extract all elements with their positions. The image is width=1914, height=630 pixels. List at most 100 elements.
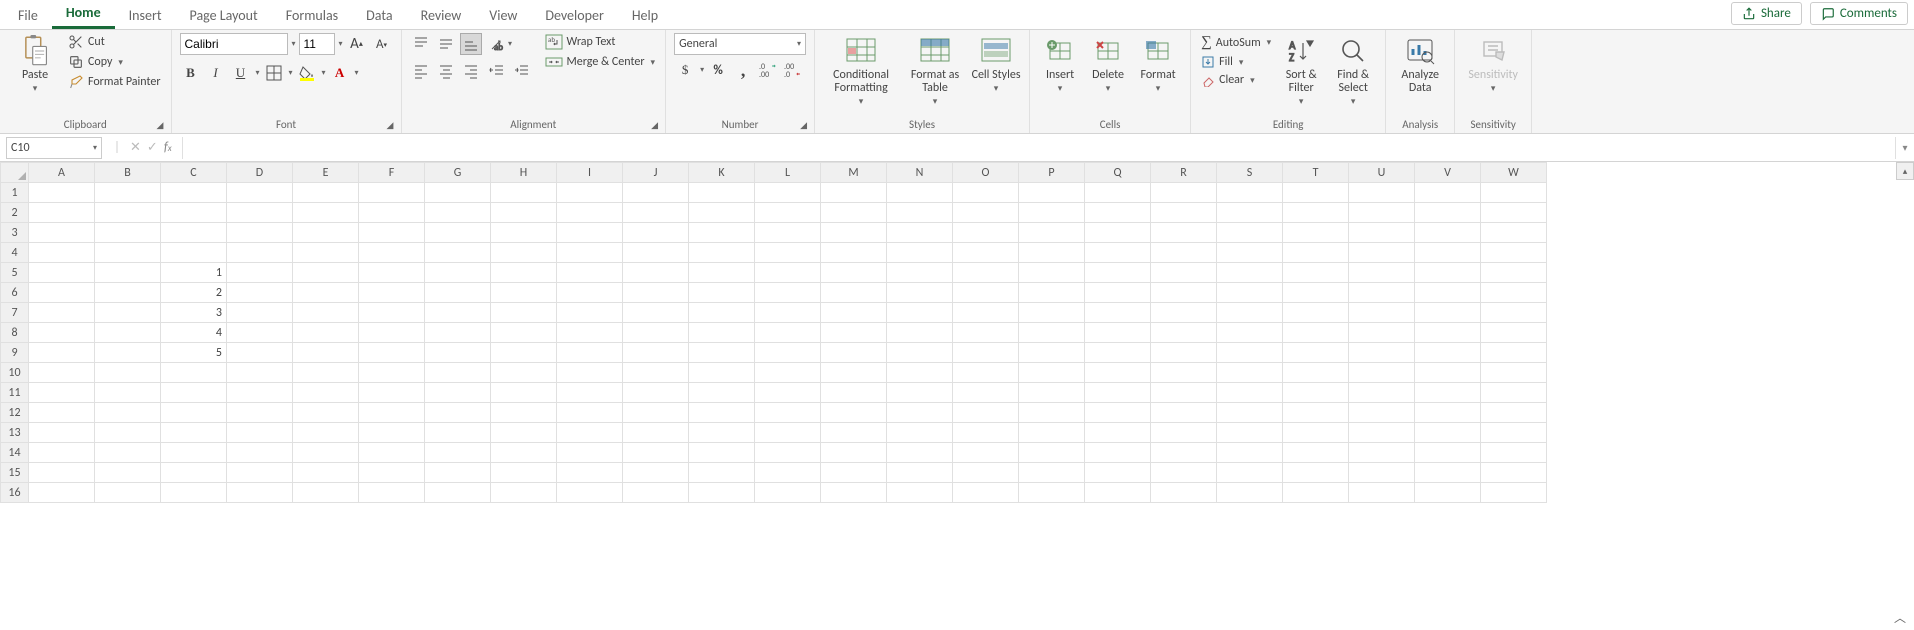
cell-H4[interactable] bbox=[491, 243, 557, 263]
format-as-table-button[interactable]: Format as Table▾ bbox=[903, 33, 967, 107]
cell-D1[interactable] bbox=[227, 183, 293, 203]
column-header[interactable]: L bbox=[755, 163, 821, 183]
cell-W14[interactable] bbox=[1481, 443, 1547, 463]
cell-C16[interactable] bbox=[161, 483, 227, 503]
cell-S8[interactable] bbox=[1217, 323, 1283, 343]
cell-T12[interactable] bbox=[1283, 403, 1349, 423]
cell-A14[interactable] bbox=[29, 443, 95, 463]
comma-format-icon[interactable]: , bbox=[732, 59, 754, 81]
cell-G12[interactable] bbox=[425, 403, 491, 423]
cell-T9[interactable] bbox=[1283, 343, 1349, 363]
cell-M6[interactable] bbox=[821, 283, 887, 303]
font-name-input[interactable] bbox=[180, 33, 288, 55]
cell-S6[interactable] bbox=[1217, 283, 1283, 303]
cell-P15[interactable] bbox=[1019, 463, 1085, 483]
number-launcher[interactable]: ◢ bbox=[800, 120, 810, 130]
cell-H3[interactable] bbox=[491, 223, 557, 243]
cell-I2[interactable] bbox=[557, 203, 623, 223]
cell-I6[interactable] bbox=[557, 283, 623, 303]
cell-H1[interactable] bbox=[491, 183, 557, 203]
cell-U16[interactable] bbox=[1349, 483, 1415, 503]
cell-T15[interactable] bbox=[1283, 463, 1349, 483]
cell-A4[interactable] bbox=[29, 243, 95, 263]
cell-A16[interactable] bbox=[29, 483, 95, 503]
cell-S13[interactable] bbox=[1217, 423, 1283, 443]
cell-R4[interactable] bbox=[1151, 243, 1217, 263]
cell-C11[interactable] bbox=[161, 383, 227, 403]
cell-M11[interactable] bbox=[821, 383, 887, 403]
cell-J5[interactable] bbox=[623, 263, 689, 283]
row-header[interactable]: 2 bbox=[1, 203, 29, 223]
cell-V16[interactable] bbox=[1415, 483, 1481, 503]
row-header[interactable]: 15 bbox=[1, 463, 29, 483]
column-header[interactable]: U bbox=[1349, 163, 1415, 183]
cell-O10[interactable] bbox=[953, 363, 1019, 383]
column-header[interactable]: J bbox=[623, 163, 689, 183]
cell-O15[interactable] bbox=[953, 463, 1019, 483]
cell-C10[interactable] bbox=[161, 363, 227, 383]
cell-K4[interactable] bbox=[689, 243, 755, 263]
cell-C13[interactable] bbox=[161, 423, 227, 443]
cell-G11[interactable] bbox=[425, 383, 491, 403]
cell-C15[interactable] bbox=[161, 463, 227, 483]
cell-I15[interactable] bbox=[557, 463, 623, 483]
tab-help[interactable]: Help bbox=[618, 1, 672, 29]
cell-F16[interactable] bbox=[359, 483, 425, 503]
cell-H9[interactable] bbox=[491, 343, 557, 363]
cell-L8[interactable] bbox=[755, 323, 821, 343]
cell-D10[interactable] bbox=[227, 363, 293, 383]
cell-S10[interactable] bbox=[1217, 363, 1283, 383]
cell-A9[interactable] bbox=[29, 343, 95, 363]
cell-F3[interactable] bbox=[359, 223, 425, 243]
cell-V3[interactable] bbox=[1415, 223, 1481, 243]
cell-D2[interactable] bbox=[227, 203, 293, 223]
cell-S2[interactable] bbox=[1217, 203, 1283, 223]
cell-J16[interactable] bbox=[623, 483, 689, 503]
cell-B14[interactable] bbox=[95, 443, 161, 463]
conditional-formatting-button[interactable]: Conditional Formatting▾ bbox=[823, 33, 899, 107]
cell-E6[interactable] bbox=[293, 283, 359, 303]
cell-V5[interactable] bbox=[1415, 263, 1481, 283]
cell-E14[interactable] bbox=[293, 443, 359, 463]
cell-Q16[interactable] bbox=[1085, 483, 1151, 503]
cell-J12[interactable] bbox=[623, 403, 689, 423]
cell-P7[interactable] bbox=[1019, 303, 1085, 323]
cell-U12[interactable] bbox=[1349, 403, 1415, 423]
font-launcher[interactable]: ◢ bbox=[387, 120, 397, 130]
cell-C3[interactable] bbox=[161, 223, 227, 243]
row-header[interactable]: 13 bbox=[1, 423, 29, 443]
cell-Q9[interactable] bbox=[1085, 343, 1151, 363]
cell-G16[interactable] bbox=[425, 483, 491, 503]
cancel-formula-icon[interactable]: ✕ bbox=[130, 140, 141, 155]
cell-D15[interactable] bbox=[227, 463, 293, 483]
cell-F9[interactable] bbox=[359, 343, 425, 363]
cell-B2[interactable] bbox=[95, 203, 161, 223]
cell-F6[interactable] bbox=[359, 283, 425, 303]
align-top-icon[interactable] bbox=[410, 33, 432, 55]
cell-L15[interactable] bbox=[755, 463, 821, 483]
column-header[interactable]: F bbox=[359, 163, 425, 183]
cell-P1[interactable] bbox=[1019, 183, 1085, 203]
cell-U13[interactable] bbox=[1349, 423, 1415, 443]
cell-S4[interactable] bbox=[1217, 243, 1283, 263]
cell-W3[interactable] bbox=[1481, 223, 1547, 243]
cell-M16[interactable] bbox=[821, 483, 887, 503]
cell-N8[interactable] bbox=[887, 323, 953, 343]
cell-G3[interactable] bbox=[425, 223, 491, 243]
row-header[interactable]: 5 bbox=[1, 263, 29, 283]
cell-K10[interactable] bbox=[689, 363, 755, 383]
cell-J6[interactable] bbox=[623, 283, 689, 303]
cell-Q12[interactable] bbox=[1085, 403, 1151, 423]
cell-G2[interactable] bbox=[425, 203, 491, 223]
cell-V8[interactable] bbox=[1415, 323, 1481, 343]
row-header[interactable]: 4 bbox=[1, 243, 29, 263]
cell-N2[interactable] bbox=[887, 203, 953, 223]
cell-T4[interactable] bbox=[1283, 243, 1349, 263]
cell-K6[interactable] bbox=[689, 283, 755, 303]
cell-G15[interactable] bbox=[425, 463, 491, 483]
cell-T10[interactable] bbox=[1283, 363, 1349, 383]
cell-S14[interactable] bbox=[1217, 443, 1283, 463]
fill-color-button[interactable] bbox=[296, 62, 318, 84]
decrease-decimal-icon[interactable]: .00.0 bbox=[782, 59, 804, 81]
cell-S1[interactable] bbox=[1217, 183, 1283, 203]
